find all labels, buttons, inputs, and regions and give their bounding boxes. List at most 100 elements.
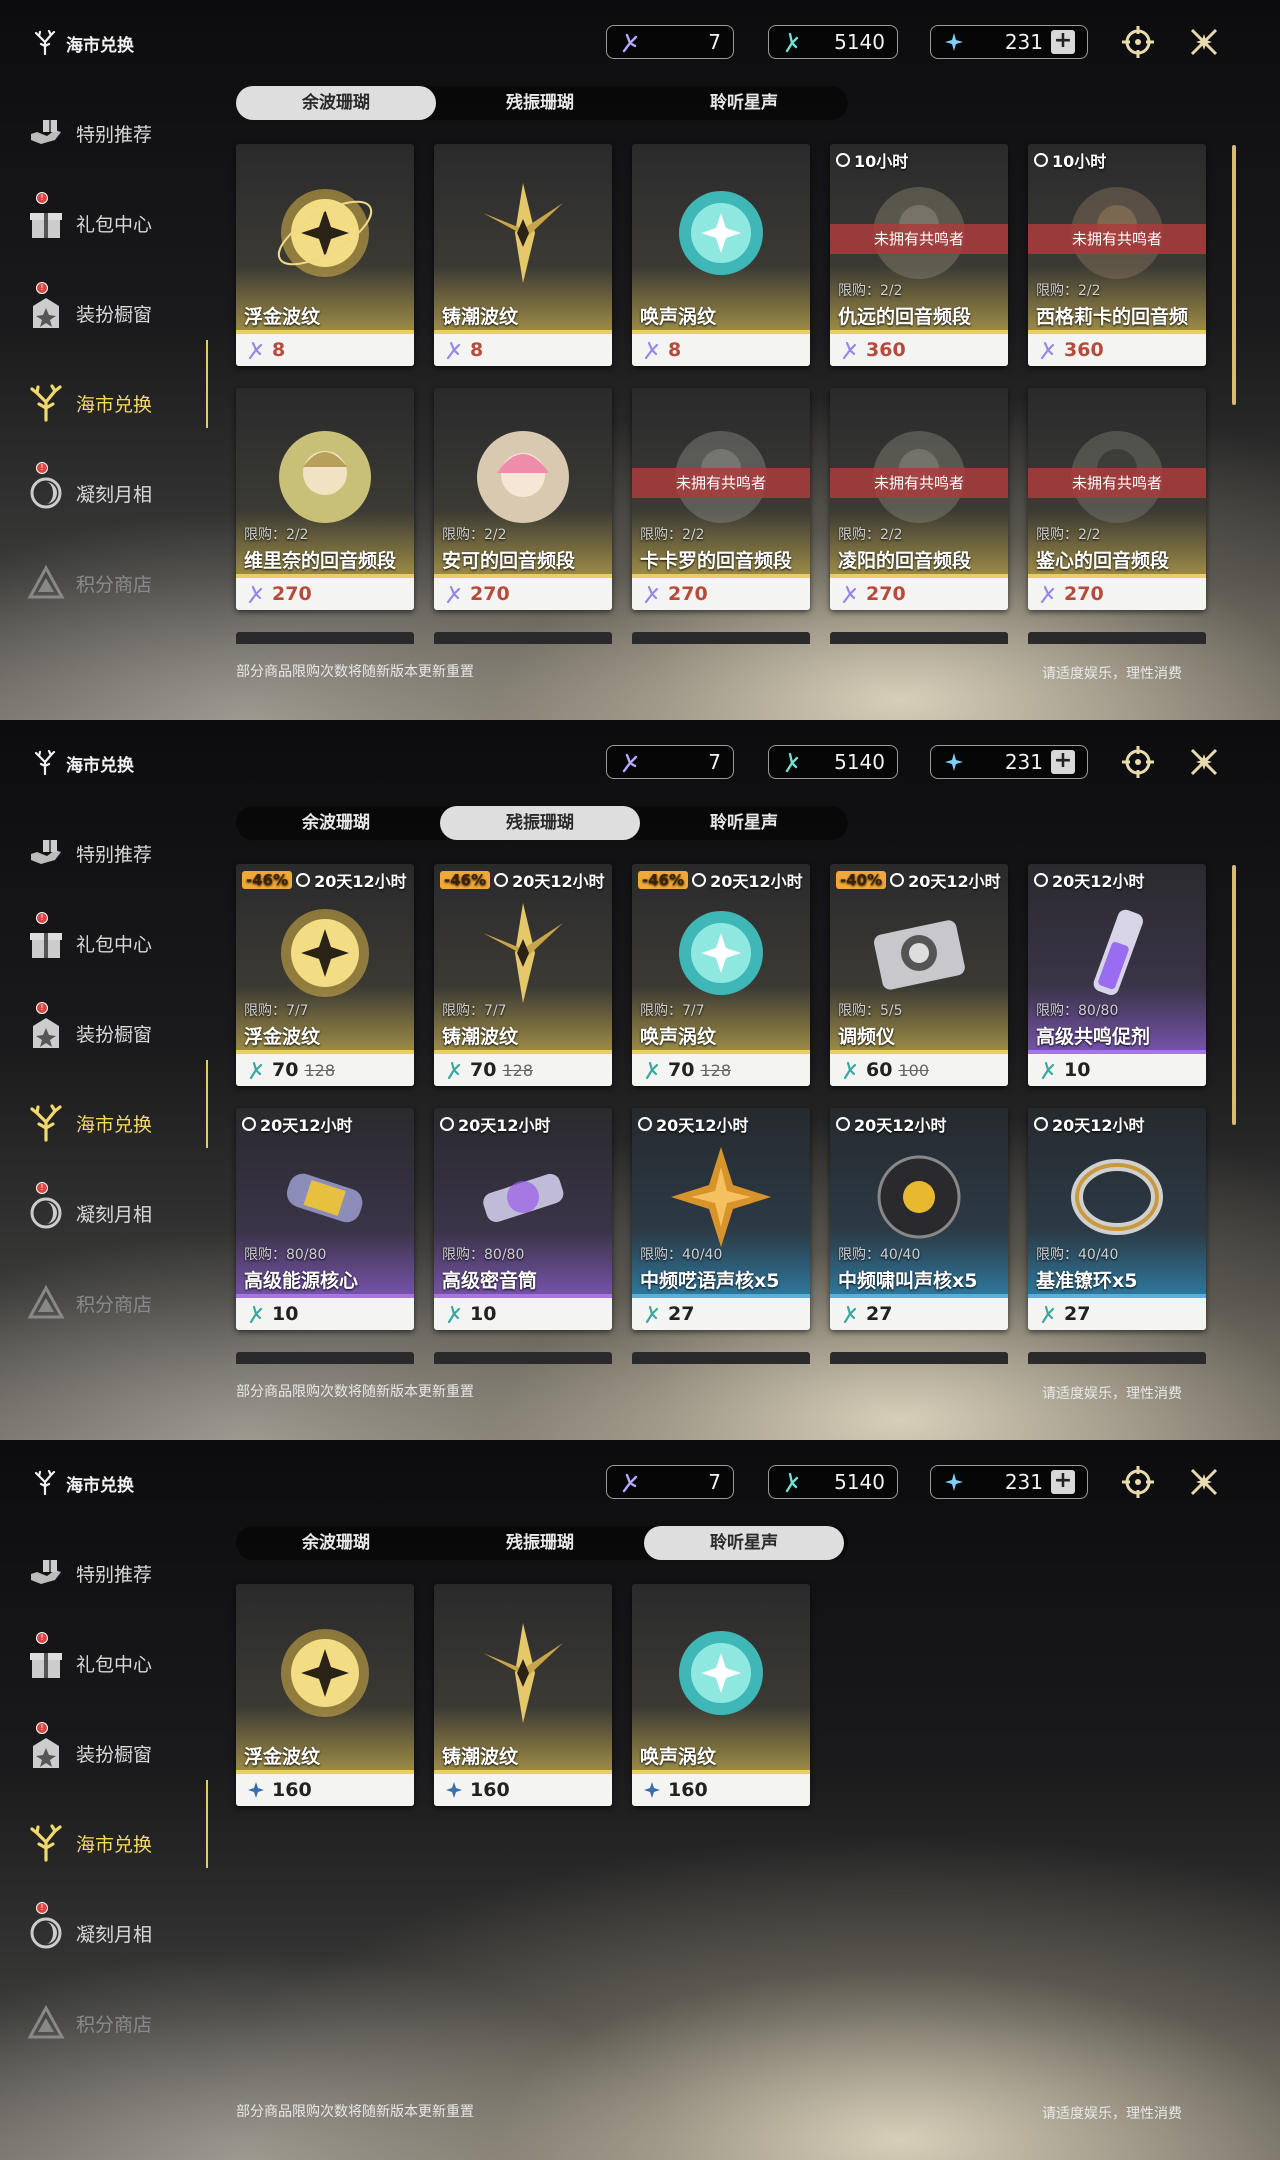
shop-item-card[interactable]: -46% 20天12小时 限购：7/7 铸潮波纹 70 128	[434, 864, 612, 1086]
sidebar-item-exchange[interactable]: 海市兑换	[26, 358, 216, 448]
sidebar-item-outfits[interactable]: ! 装扮橱窗	[26, 988, 216, 1078]
sidebar-item-moon[interactable]: ! 凝刻月相	[26, 448, 216, 538]
shop-item-card[interactable]: 限购：2/2 安可的回音频段 270	[434, 388, 612, 610]
currency-lustrous-tide[interactable]: 7	[606, 1465, 734, 1499]
currency-afterglow-coral[interactable]: 5140	[768, 745, 898, 779]
shop-item-card[interactable]: 20天12小时 限购：40/40 基准镣环x5 27	[1028, 1108, 1206, 1330]
item-price: 8	[272, 339, 286, 361]
shop-item-card[interactable]: 20天12小时 限购：40/40 中频呓语声核x5 27	[632, 1108, 810, 1330]
currency-afterglow-coral[interactable]: 5140	[768, 25, 898, 59]
sidebar-item-special[interactable]: 特别推荐	[26, 1528, 216, 1618]
currency-value: 5140	[834, 30, 885, 54]
currency-oscillated-coral[interactable]: 231 +	[930, 745, 1088, 779]
star-core-icon	[656, 1132, 786, 1262]
coral-icon	[34, 1470, 56, 1496]
currency-value: 7	[708, 30, 721, 54]
sidebar-item-label: 凝刻月相	[76, 1923, 153, 1946]
item-name: 安可的回音频段	[442, 550, 576, 572]
sidebar-item-label: 海市兑换	[76, 393, 153, 416]
currency-oscillated-coral[interactable]: 231 +	[930, 25, 1088, 59]
currency-lustrous-tide[interactable]: 7	[606, 745, 734, 779]
shop-item-card[interactable]: 浮金波纹 8	[236, 144, 414, 366]
currency-oscillated-coral[interactable]: 231 +	[930, 1465, 1088, 1499]
shop-item-card[interactable]: 10小时 未拥有共鸣者 限购：2/2 西格莉卡的回音频段 360	[1028, 144, 1206, 366]
tab-afterglow-coral[interactable]: 余波珊瑚	[236, 1526, 436, 1560]
shop-item-card[interactable]: 唤声涡纹 8	[632, 144, 810, 366]
shop-item-card[interactable]: 铸潮波纹 160	[434, 1584, 612, 1806]
sidebar-item-moon[interactable]: ! 凝刻月相	[26, 1168, 216, 1258]
shop-item-card[interactable]: 未拥有共鸣者 限购：2/2 卡卡罗的回音频段 270	[632, 388, 810, 610]
item-price: 160	[272, 1779, 312, 1801]
item-name: 高级能源核心	[244, 1270, 359, 1292]
scrollbar[interactable]	[1232, 865, 1236, 1125]
tab-listening-star[interactable]: 聆听星声	[644, 806, 844, 840]
shop-item-card[interactable]: -46% 20天12小时 限购：7/7 浮金波纹 70 128	[236, 864, 414, 1086]
tab-afterglow-coral[interactable]: 余波珊瑚	[236, 86, 436, 120]
sidebar-item-moon[interactable]: ! 凝刻月相	[26, 1888, 216, 1978]
sidebar-item-special[interactable]: 特别推荐	[26, 88, 216, 178]
close-icon[interactable]	[1184, 742, 1224, 782]
add-currency-button[interactable]: +	[1051, 1470, 1075, 1494]
compass-icon[interactable]	[1118, 742, 1158, 782]
shop-item-card[interactable]: 浮金波纹 160	[236, 1584, 414, 1806]
add-currency-button[interactable]: +	[1051, 750, 1075, 774]
energy-core-icon	[260, 1132, 390, 1262]
sidebar-item-exchange[interactable]: 海市兑换	[26, 1798, 216, 1888]
sidebar-item-points[interactable]: 积分商店	[26, 1978, 216, 2068]
sidebar-item-points[interactable]: 积分商店	[26, 1258, 216, 1348]
currency-value: 5140	[834, 1470, 885, 1494]
close-icon[interactable]	[1184, 22, 1224, 62]
shop-item-card[interactable]: 10小时 未拥有共鸣者 限购：2/2 仇远的回音频段 360	[830, 144, 1008, 366]
compass-icon[interactable]	[1118, 22, 1158, 62]
sidebar-item-gifts[interactable]: ! 礼包中心	[26, 1618, 216, 1708]
purchase-limit: 限购：2/2	[244, 527, 309, 543]
add-currency-button[interactable]: +	[1051, 30, 1075, 54]
tab-oscillated-coral[interactable]: 残振珊瑚	[440, 806, 640, 840]
tab-oscillated-coral[interactable]: 残振珊瑚	[440, 86, 640, 120]
active-indicator	[206, 340, 208, 428]
item-name: 唤声涡纹	[640, 1746, 717, 1768]
purchase-limit: 限购：7/7	[640, 1003, 705, 1019]
shop-item-card[interactable]: -40% 20天12小时 限购：5/5 调频仪 60 100	[830, 864, 1008, 1086]
shop-item-card[interactable]: 未拥有共鸣者 限购：2/2 鉴心的回音频段 270	[1028, 388, 1206, 610]
original-price: 128	[502, 1060, 533, 1080]
shop-item-card[interactable]: 20天12小时 限购：80/80 高级密音筒 10	[434, 1108, 612, 1330]
star-sound-icon	[945, 33, 963, 51]
shop-item-card[interactable]: 限购：2/2 维里奈的回音频段 270	[236, 388, 414, 610]
compass-icon[interactable]	[1118, 1462, 1158, 1502]
sidebar-item-label: 装扮橱窗	[76, 303, 153, 326]
sidebar-item-gifts[interactable]: ! 礼包中心	[26, 178, 216, 268]
shop-item-card[interactable]: 20天12小时 限购：80/80 高级能源核心 10	[236, 1108, 414, 1330]
next-row-card	[236, 1352, 414, 1364]
sidebar-item-exchange[interactable]: 海市兑换	[26, 1078, 216, 1168]
coral-teal-icon	[843, 1305, 857, 1324]
tab-listening-star[interactable]: 聆听星声	[644, 1526, 844, 1560]
sidebar-item-label: 海市兑换	[76, 1833, 153, 1856]
shop-item-card[interactable]: 未拥有共鸣者 限购：2/2 凌阳的回音频段 270	[830, 388, 1008, 610]
close-icon[interactable]	[1184, 1462, 1224, 1502]
shop-item-card[interactable]: 铸潮波纹 8	[434, 144, 612, 366]
sidebar-item-special[interactable]: 特别推荐	[26, 808, 216, 898]
coral-teal-icon	[1041, 1061, 1055, 1080]
vial-icon	[1052, 888, 1182, 1018]
shop-item-card[interactable]: 20天12小时 限购：40/40 中频啸叫声核x5 27	[830, 1108, 1008, 1330]
next-row-card	[830, 632, 1008, 644]
coral-purple-icon	[622, 1473, 638, 1493]
currency-lustrous-tide[interactable]: 7	[606, 25, 734, 59]
tab-listening-star[interactable]: 聆听星声	[644, 86, 844, 120]
notification-dot: !	[36, 1632, 48, 1644]
sidebar-item-outfits[interactable]: ! 装扮橱窗	[26, 1708, 216, 1798]
gift-box-icon	[26, 1643, 66, 1683]
purchase-limit: 限购：2/2	[1036, 283, 1101, 299]
currency-afterglow-coral[interactable]: 5140	[768, 1465, 898, 1499]
shop-item-card[interactable]: -46% 20天12小时 限购：7/7 唤声涡纹 70 128	[632, 864, 810, 1086]
shop-item-card[interactable]: 20天12小时 限购：80/80 高级共鸣促剂 10	[1028, 864, 1206, 1086]
sidebar-item-gifts[interactable]: ! 礼包中心	[26, 898, 216, 988]
hand-gift-icon	[26, 1553, 66, 1593]
sidebar-item-points[interactable]: 积分商店	[26, 538, 216, 628]
scrollbar[interactable]	[1232, 145, 1236, 405]
tab-afterglow-coral[interactable]: 余波珊瑚	[236, 806, 436, 840]
shop-item-card[interactable]: 唤声涡纹 160	[632, 1584, 810, 1806]
sidebar-item-outfits[interactable]: ! 装扮橱窗	[26, 268, 216, 358]
tab-oscillated-coral[interactable]: 残振珊瑚	[440, 1526, 640, 1560]
